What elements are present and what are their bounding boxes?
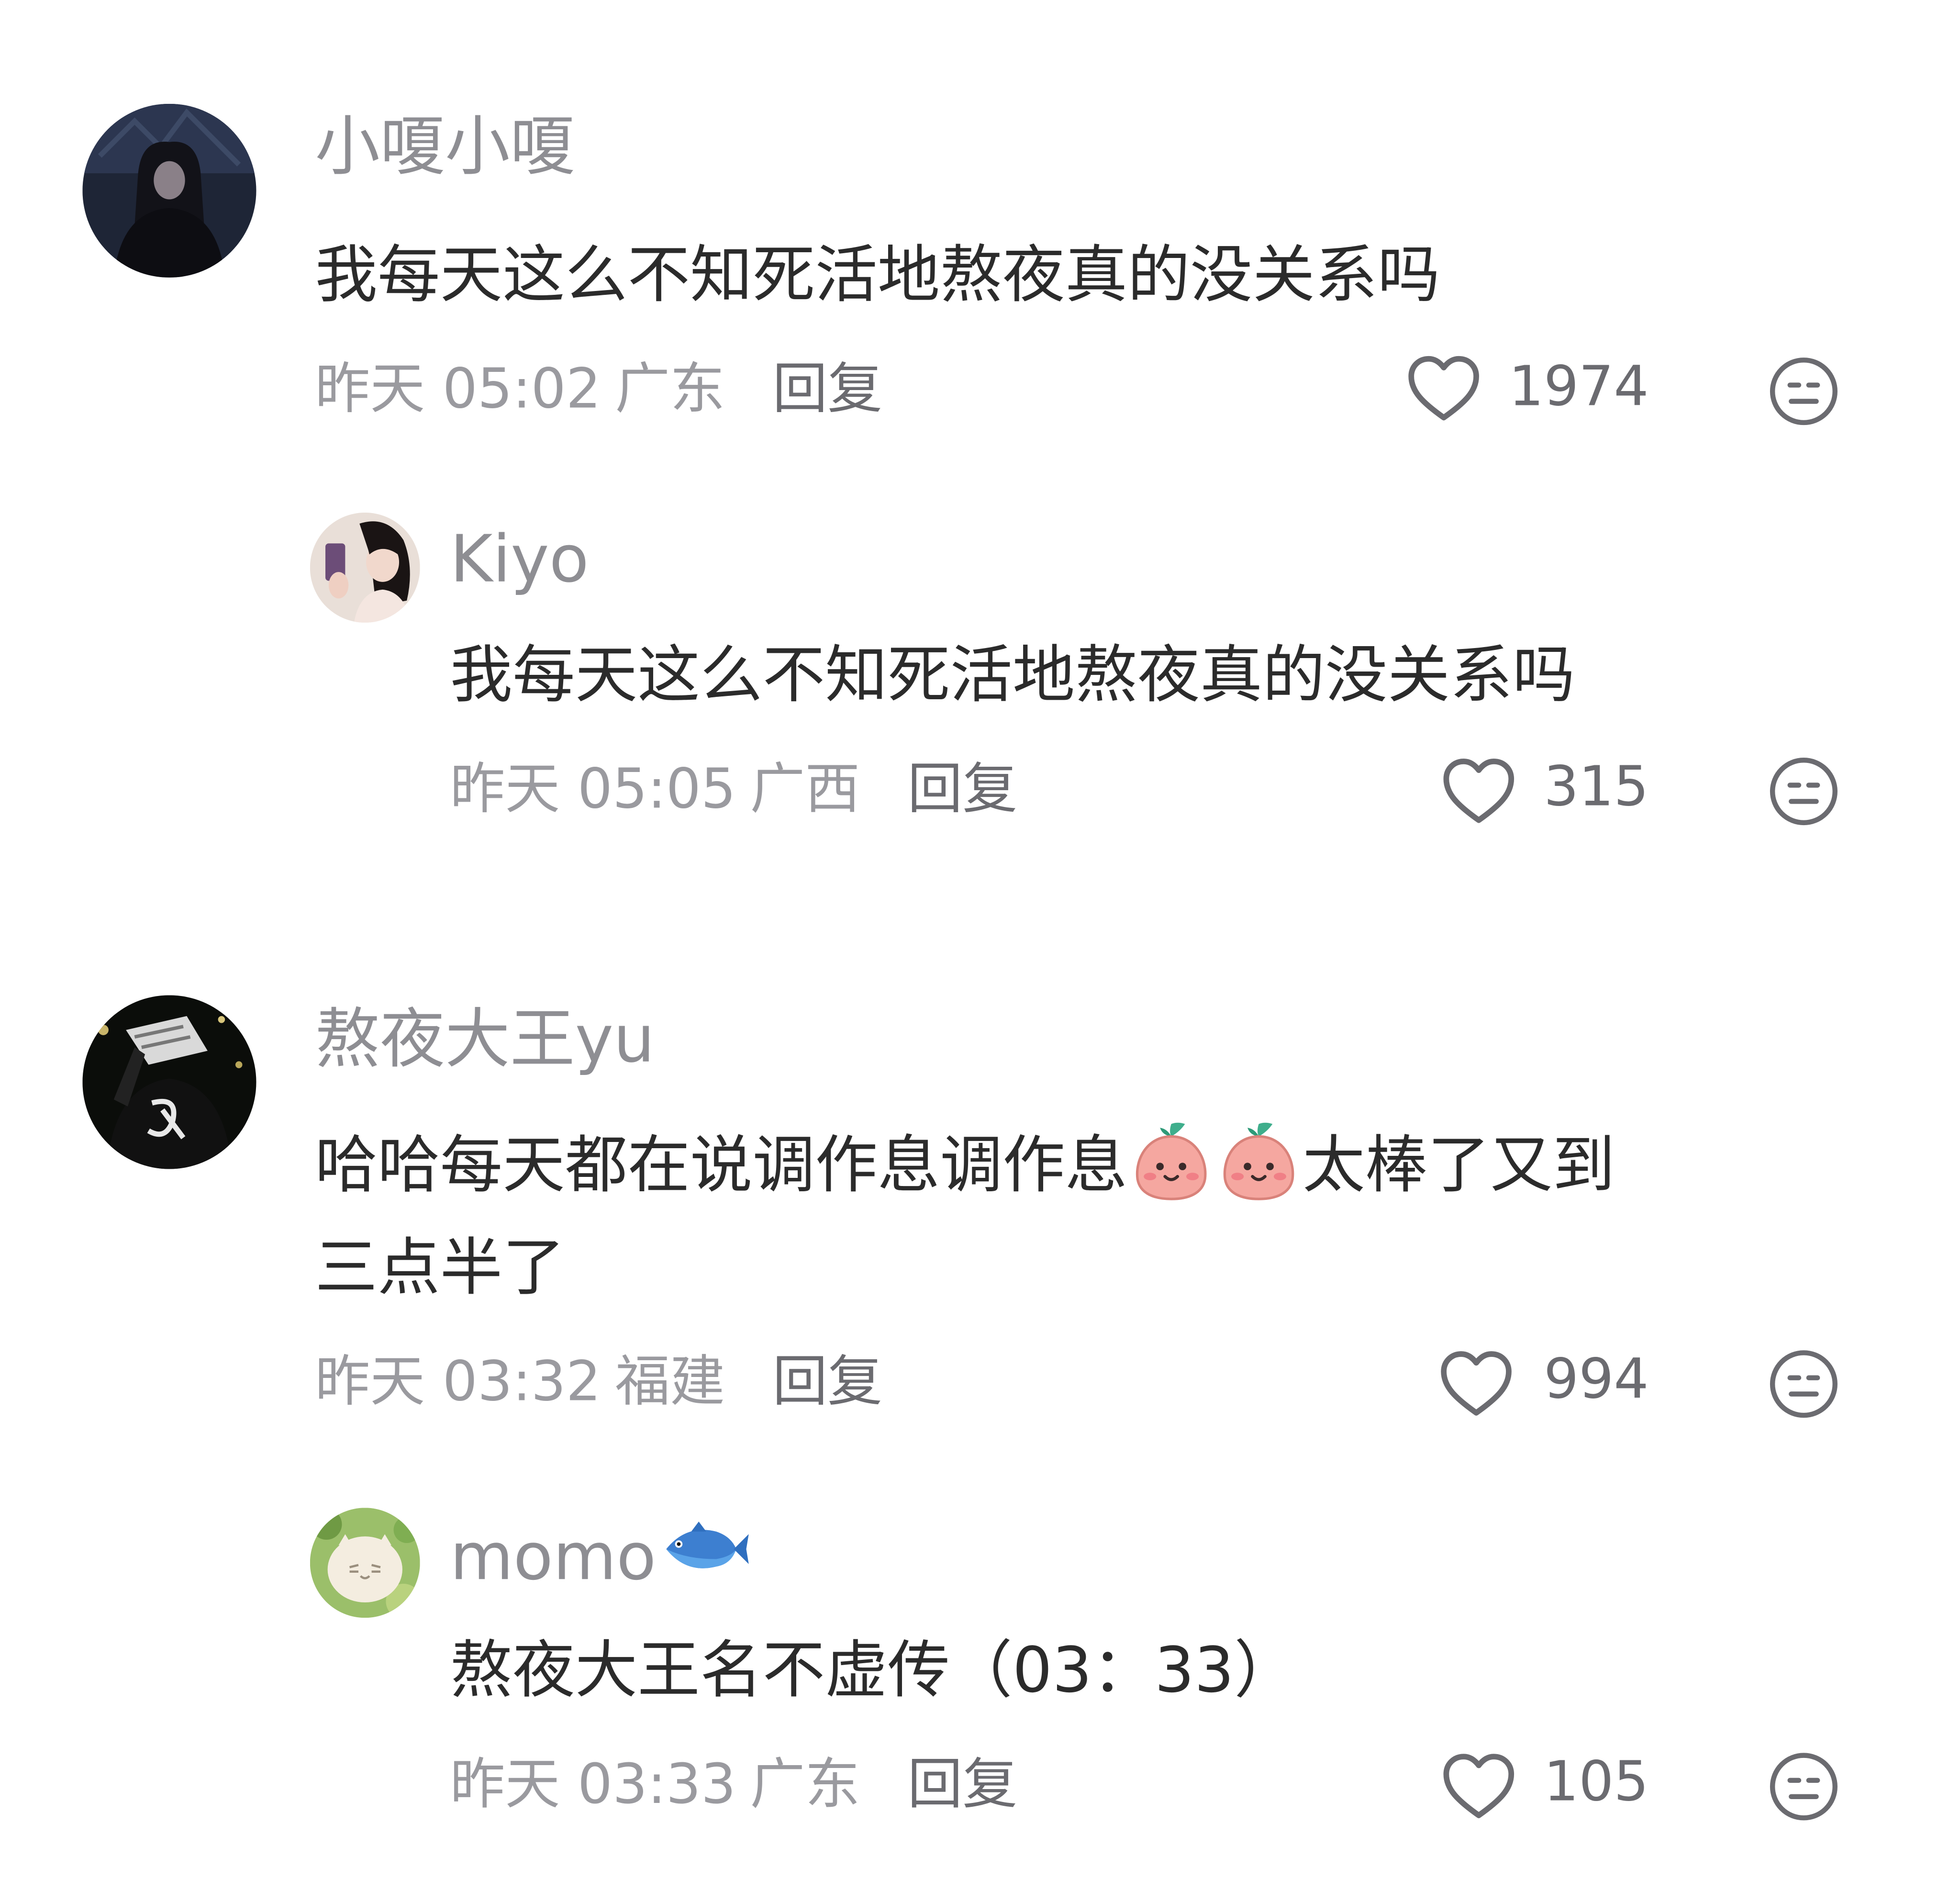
peach-face-emoji bbox=[1217, 1117, 1300, 1204]
blue-fish-emoji bbox=[661, 1515, 749, 1570]
reply-location: 广西 bbox=[750, 758, 860, 822]
reply-text: 我每天这么不知死活地熬夜真的没关系吗 bbox=[450, 638, 1575, 712]
avatar[interactable] bbox=[310, 1508, 420, 1618]
comment-username[interactable]: 熬夜大王yu bbox=[315, 1000, 655, 1080]
comment-username[interactable]: 小嗄小嗄 bbox=[315, 108, 575, 188]
comment-list: 小嗄小嗄 我每天这么不知死活地熬夜真的没关系吗 昨天 05:02 广东 回复 1… bbox=[0, 0, 1960, 1891]
avatar-image bbox=[310, 1508, 420, 1618]
comment-text-part: 哈哈每天都在说调作息调作息 bbox=[315, 1129, 1128, 1202]
comment-location: 福建 bbox=[615, 1350, 725, 1414]
like-count: 105 bbox=[1544, 1750, 1649, 1814]
avatar[interactable] bbox=[82, 103, 256, 278]
comment-text-line: 三点半了 bbox=[315, 1231, 565, 1304]
like-count: 315 bbox=[1544, 755, 1649, 819]
heart-outline-icon[interactable] bbox=[1405, 353, 1482, 425]
reply-location: 广东 bbox=[750, 1753, 860, 1817]
comment-text-part: 太棒了又到 bbox=[1302, 1129, 1615, 1202]
reply-username[interactable]: Kiyo bbox=[450, 520, 589, 600]
neutral-face-icon[interactable] bbox=[1768, 755, 1840, 828]
peach-face-emoji bbox=[1130, 1117, 1212, 1204]
reply-time: 昨天 05:05 bbox=[450, 758, 736, 822]
avatar-image bbox=[310, 513, 420, 623]
heart-outline-icon[interactable] bbox=[1440, 1750, 1517, 1823]
avatar[interactable] bbox=[82, 995, 256, 1169]
comment-text: 我每天这么不知死活地熬夜真的没关系吗 bbox=[315, 238, 1440, 312]
comment-time: 昨天 03:32 bbox=[315, 1350, 601, 1414]
reply-button[interactable]: 回复 bbox=[772, 355, 882, 425]
comment-location: 广东 bbox=[615, 358, 725, 422]
avatar-image bbox=[82, 103, 256, 278]
reply-button[interactable]: 回复 bbox=[907, 1750, 1017, 1820]
reply-button[interactable]: 回复 bbox=[772, 1348, 882, 1418]
reply-text: 熬夜大王名不虚传（03：33） bbox=[450, 1634, 1297, 1707]
reply-username[interactable]: momo bbox=[450, 1515, 749, 1598]
reply-username-text: momo bbox=[450, 1520, 657, 1596]
reply-time: 昨天 03:33 bbox=[450, 1753, 736, 1817]
neutral-face-icon[interactable] bbox=[1768, 1750, 1840, 1823]
heart-outline-icon[interactable] bbox=[1440, 755, 1517, 828]
avatar[interactable] bbox=[310, 513, 420, 623]
neutral-face-icon[interactable] bbox=[1768, 1348, 1840, 1421]
like-count: 994 bbox=[1544, 1348, 1649, 1412]
reply-button[interactable]: 回复 bbox=[907, 755, 1017, 825]
avatar-image bbox=[82, 995, 256, 1169]
like-count: 1974 bbox=[1509, 355, 1649, 419]
comment-time: 昨天 05:02 bbox=[315, 358, 601, 422]
neutral-face-icon[interactable] bbox=[1768, 355, 1840, 428]
comment-text-line: 哈哈每天都在说调作息调作息 太棒了又到 bbox=[315, 1115, 1615, 1215]
heart-outline-icon[interactable] bbox=[1437, 1348, 1515, 1421]
